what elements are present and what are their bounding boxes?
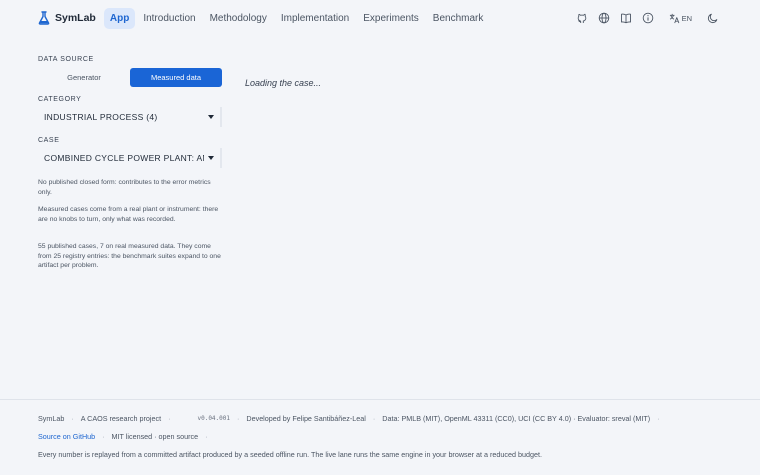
data-source-label: DATA SOURCE — [38, 56, 94, 63]
case-label: CASE — [38, 137, 60, 144]
nav-methodology[interactable]: Methodology — [204, 8, 273, 29]
footer-row: Source on GitHub · MIT licensed · open s… — [38, 430, 738, 442]
book-icon[interactable] — [619, 11, 633, 25]
main-nav: App Introduction Methodology Implementat… — [103, 7, 492, 29]
measured-data-option[interactable]: Measured data — [130, 68, 222, 87]
version-tag: v0.04.001 — [197, 414, 230, 422]
category-value: INDUSTRIAL PROCESS (4) — [44, 112, 158, 122]
nav-benchmark[interactable]: Benchmark — [427, 8, 490, 29]
footer-disclaimer: Every number is replayed from a committe… — [38, 449, 542, 459]
footer: SymLab · A CAOS research project · v0.04… — [38, 412, 738, 460]
data-source-toggle: Generator Measured data — [38, 68, 222, 87]
separator: · — [657, 413, 660, 423]
nav-introduction[interactable]: Introduction — [137, 8, 201, 29]
separator: · — [237, 413, 240, 423]
flask-icon — [38, 11, 50, 25]
header-tools: EN — [567, 0, 720, 36]
brand-name: SymLab — [55, 12, 96, 24]
separator: · — [71, 413, 74, 423]
github-icon[interactable] — [575, 11, 589, 25]
footer-row: Every number is replayed from a committe… — [38, 448, 738, 460]
language-label: EN — [681, 13, 692, 23]
measured-cases-note: Measured cases come from a real plant or… — [38, 206, 219, 223]
controls-sidebar: DATA SOURCE Generator Measured data CATE… — [38, 56, 224, 271]
globe-icon[interactable] — [597, 11, 611, 25]
brand[interactable]: SymLab — [38, 11, 96, 25]
closed-form-note: No published closed form: contributes to… — [38, 179, 211, 196]
data-credits: Data: PMLB (MIT), OpenML 43311 (CC0), UC… — [382, 413, 651, 423]
separator: · — [102, 431, 105, 441]
info-icon[interactable] — [641, 11, 655, 25]
github-link[interactable]: Source on GitHub — [38, 432, 95, 441]
developer-credit: Developed by Felipe Santibáñez-Leal — [246, 413, 366, 423]
case-value: COMBINED CYCLE POWER PLANT: AMB — [44, 153, 204, 163]
separator: · — [205, 431, 208, 441]
license-text: MIT licensed · open source — [111, 431, 199, 441]
loading-status: Loading the case... — [245, 78, 322, 88]
footer-row: SymLab · A CAOS research project · v0.04… — [38, 412, 738, 424]
moon-icon[interactable] — [706, 11, 720, 25]
top-navbar: SymLab App Introduction Methodology Impl… — [0, 0, 760, 36]
case-select[interactable]: COMBINED CYCLE POWER PLANT: AMB — [38, 148, 222, 168]
language-switcher[interactable]: EN — [669, 13, 692, 24]
footer-divider — [0, 399, 760, 400]
chevron-down-icon — [208, 115, 214, 119]
category-label: CATEGORY — [38, 96, 82, 103]
nav-implementation[interactable]: Implementation — [275, 8, 355, 29]
category-select[interactable]: INDUSTRIAL PROCESS (4) — [38, 107, 222, 127]
footer-tagline: A CAOS research project — [80, 413, 162, 423]
separator: · — [168, 413, 171, 423]
generator-option[interactable]: Generator — [38, 68, 130, 87]
separator: · — [372, 413, 376, 423]
footer-brand: SymLab — [38, 413, 65, 423]
nav-app[interactable]: App — [103, 7, 136, 29]
published-cases-note: 55 published cases, 7 on real measured d… — [38, 243, 221, 269]
nav-experiments[interactable]: Experiments — [357, 8, 425, 29]
translate-icon — [669, 13, 679, 23]
chevron-down-icon — [208, 156, 214, 160]
